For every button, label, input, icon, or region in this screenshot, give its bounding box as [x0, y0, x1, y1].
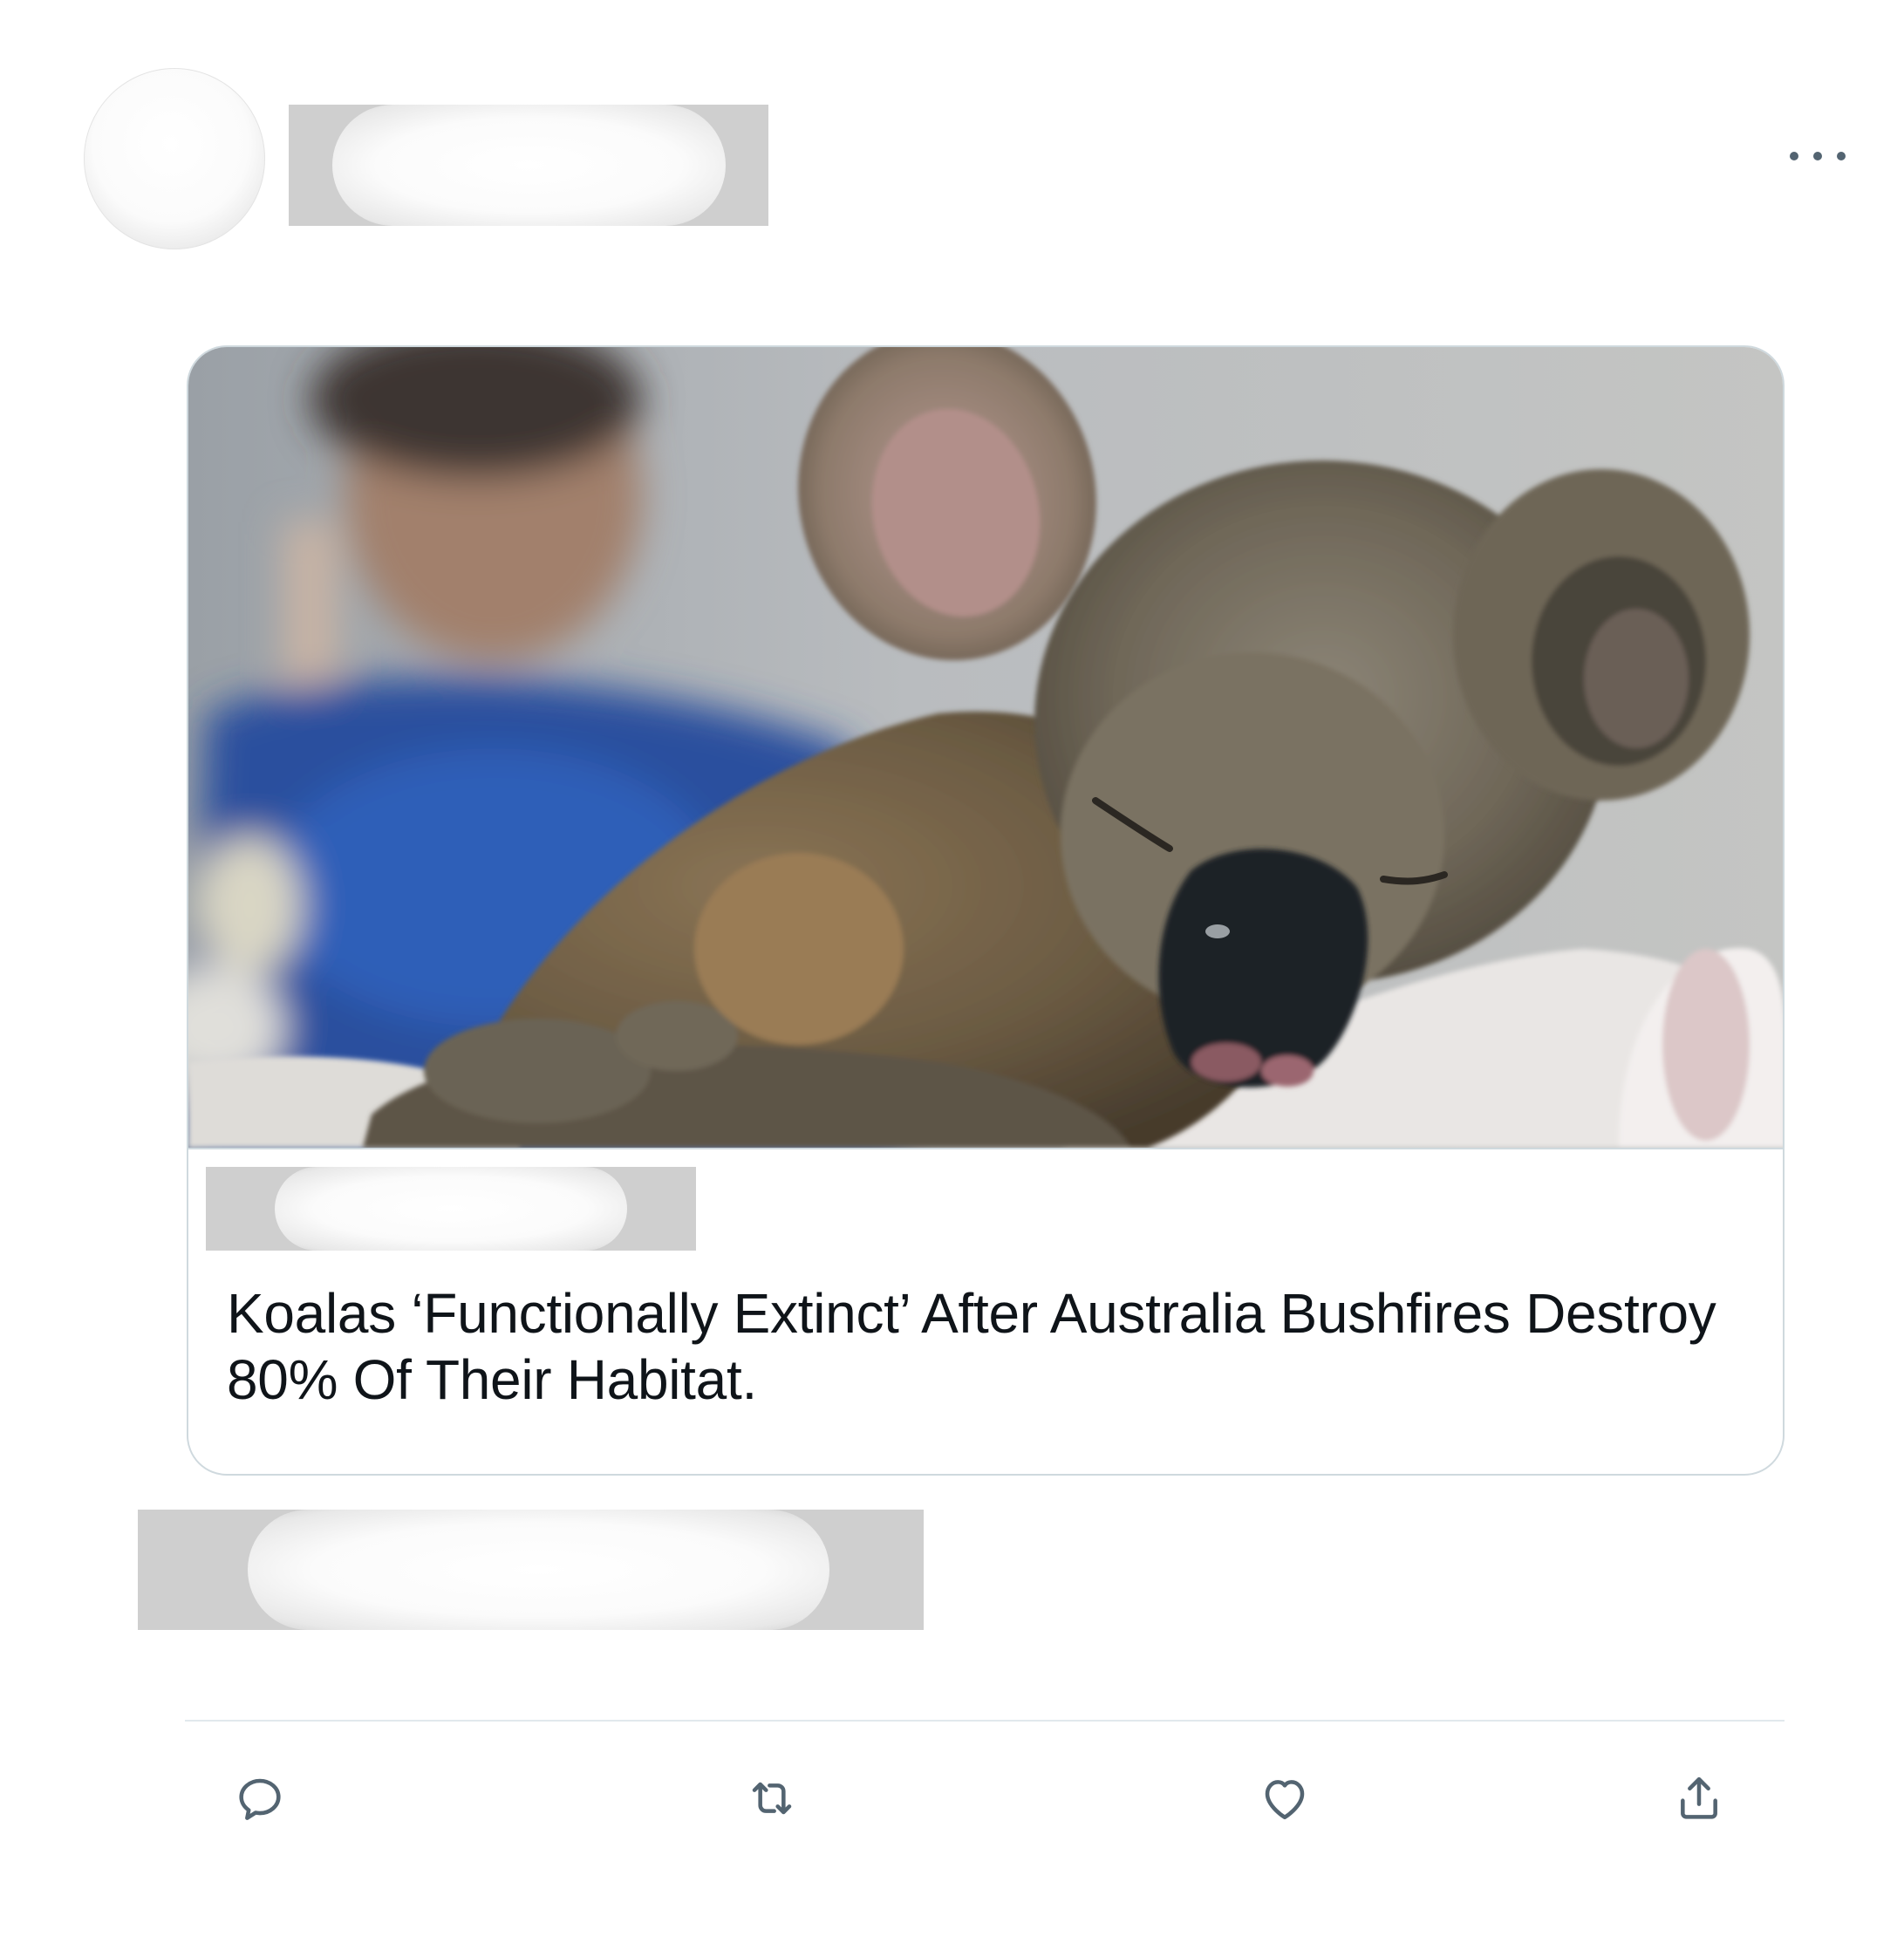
- redacted-card-domain: [206, 1167, 696, 1251]
- card-image: [188, 347, 1783, 1149]
- retweet-button[interactable]: [744, 1770, 800, 1826]
- link-preview-card[interactable]: Koalas ‘Functionally Extinct’ After Aust…: [187, 345, 1785, 1476]
- more-horizontal-icon[interactable]: [1790, 147, 1846, 166]
- share-icon: [1681, 1776, 1717, 1819]
- reply-icon: [239, 1778, 281, 1820]
- redacted-user-name: [289, 105, 768, 226]
- heart-icon: [1265, 1780, 1305, 1820]
- card-title: Koalas ‘Functionally Extinct’ After Aust…: [227, 1282, 1716, 1411]
- reply-button[interactable]: [232, 1770, 288, 1826]
- share-button[interactable]: [1671, 1770, 1727, 1826]
- action-bar-divider: [185, 1720, 1785, 1722]
- redacted-timestamp: [138, 1510, 924, 1630]
- like-button[interactable]: [1257, 1770, 1313, 1826]
- avatar[interactable]: [84, 68, 265, 249]
- retweet-icon: [752, 1782, 792, 1815]
